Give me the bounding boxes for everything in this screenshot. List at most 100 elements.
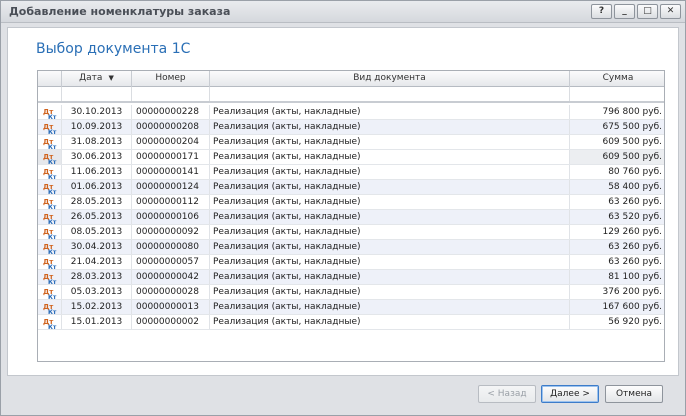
header-date-label: Дата xyxy=(79,73,103,83)
cell-number: 00000000057 xyxy=(132,255,210,269)
cell-document-type: Реализация (акты, накладные) xyxy=(210,315,570,329)
cell-date: 28.03.2013 xyxy=(62,270,132,284)
credit-label: Кт xyxy=(48,249,57,254)
cell-document-type: Реализация (акты, накладные) xyxy=(210,225,570,239)
debit-credit-icon: Дт Кт xyxy=(43,181,57,194)
cell-date: 05.03.2013 xyxy=(62,285,132,299)
cell-number: 00000000124 xyxy=(132,180,210,194)
cell-document-type: Реализация (акты, накладные) xyxy=(210,255,570,269)
title-bar[interactable]: Добавление номенклатуры заказа ? _ □ ✕ xyxy=(1,1,685,23)
credit-label: Кт xyxy=(48,189,57,194)
cell-document-type: Реализация (акты, накладные) xyxy=(210,285,570,299)
table-row[interactable]: Дт Кт 28.03.2013 00000000042 Реализация (акт… xyxy=(38,270,664,285)
filter-date-cell[interactable] xyxy=(62,87,132,101)
cell-sum: 609 500 руб. xyxy=(570,150,664,164)
credit-label: Кт xyxy=(48,309,57,314)
debit-credit-icon: Дт Кт xyxy=(43,301,57,314)
header-document-type[interactable]: Вид документа xyxy=(210,71,570,87)
cell-sum: 167 600 руб. xyxy=(602,302,662,312)
cell-sum: 675 500 руб. xyxy=(602,122,662,132)
next-button[interactable]: Далее > xyxy=(541,385,599,403)
cell-document-type: Реализация (акты, накладные) xyxy=(210,105,570,119)
row-icon-cell: Дт Кт xyxy=(38,135,62,149)
dialog-window: Добавление номенклатуры заказа ? _ □ ✕ В… xyxy=(0,0,686,416)
debit-credit-icon: Дт Кт xyxy=(43,136,56,149)
cell-number: 00000000208 xyxy=(132,120,210,134)
cell-date: 30.10.2013 xyxy=(62,105,132,119)
credit-label: Кт xyxy=(48,174,57,179)
debit-credit-icon: Дт Кт xyxy=(43,316,57,329)
table-row[interactable]: Дт Кт 08.05.2013 00000000092 Реализация (акт… xyxy=(38,225,664,240)
cell-date: 11.06.2013 xyxy=(62,165,132,179)
documents-grid[interactable]: Дата ▼ Номер Вид документа Сумма Дт Кт 30.1… xyxy=(37,70,665,362)
row-icon-cell: Дт Кт xyxy=(38,195,62,209)
cell-number: 00000000112 xyxy=(132,195,210,209)
help-button[interactable]: ? xyxy=(591,4,612,19)
table-row[interactable]: Дт Кт 30.10.2013 00000000228 Реализация (акт… xyxy=(38,105,664,120)
cell-sum: 129 260 руб. xyxy=(602,227,662,237)
cell-date: 30.06.2013 xyxy=(62,150,132,164)
filter-number-cell[interactable] xyxy=(132,87,210,101)
cell-number: 00000000042 xyxy=(132,270,210,284)
table-row[interactable]: Дт Кт 01.06.2013 00000000124 Реализация (акт… xyxy=(38,180,664,195)
cell-document-type: Реализация (акты, накладные) xyxy=(210,165,570,179)
sort-desc-icon: ▼ xyxy=(108,74,114,82)
cell-document-type: Реализация (акты, накладные) xyxy=(210,240,570,254)
table-row[interactable]: Дт Кт 28.05.2013 00000000112 Реализация (акт… xyxy=(38,195,664,210)
cell-document-type: Реализация (акты, накладные) xyxy=(210,180,570,194)
cell-date: 15.01.2013 xyxy=(62,315,132,329)
cancel-button[interactable]: Отмена xyxy=(605,385,663,403)
cell-sum: 796 800 руб. xyxy=(602,107,662,117)
back-button[interactable]: < Назад xyxy=(478,385,536,403)
cell-number: 00000000080 xyxy=(132,240,210,254)
table-row[interactable]: Дт Кт 26.05.2013 00000000106 Реализация (акт… xyxy=(38,210,664,225)
table-row[interactable]: Дт Кт 11.06.2013 00000000141 Реализация (акт… xyxy=(38,165,664,180)
header-date[interactable]: Дата ▼ xyxy=(62,71,132,87)
debit-credit-icon: Дт Кт xyxy=(43,151,56,164)
row-icon-cell: Дт Кт xyxy=(38,270,62,284)
cell-date: 31.08.2013 xyxy=(62,135,132,149)
table-row[interactable]: Дт Кт 10.09.2013 00000000208 Реализация (акт… xyxy=(38,120,664,135)
row-icon-cell: Дт Кт xyxy=(38,210,62,224)
debit-credit-icon: Дт Кт xyxy=(43,271,56,284)
cell-sum: 58 400 руб. xyxy=(608,182,662,192)
row-icon-cell: Дт Кт xyxy=(38,285,62,299)
row-icon-cell: Дт Кт xyxy=(38,300,62,314)
table-row[interactable]: Дт Кт 05.03.2013 00000000028 Реализация (акт… xyxy=(38,285,664,300)
header-number[interactable]: Номер xyxy=(132,71,210,87)
cell-sum: 609 500 руб. xyxy=(602,137,662,147)
credit-label: Кт xyxy=(48,234,57,239)
filter-sum-cell[interactable] xyxy=(570,87,664,101)
credit-label: Кт xyxy=(48,129,57,134)
filter-icon-cell xyxy=(38,87,62,101)
credit-label: Кт xyxy=(48,324,57,329)
row-icon-cell: Дт Кт xyxy=(38,255,62,269)
cell-number: 00000000092 xyxy=(132,225,210,239)
window-controls: ? _ □ ✕ xyxy=(591,4,681,19)
row-icon-cell: Дт Кт xyxy=(38,225,62,239)
filter-type-cell[interactable] xyxy=(210,87,570,101)
maximize-button[interactable]: □ xyxy=(637,4,658,19)
credit-label: Кт xyxy=(48,204,57,209)
table-row[interactable]: Дт Кт 15.01.2013 00000000002 Реализация (акт… xyxy=(38,315,664,330)
table-row[interactable]: Дт Кт 31.08.2013 00000000204 Реализация (акт… xyxy=(38,135,664,150)
table-row[interactable]: Дт Кт 21.04.2013 00000000057 Реализация (акт… xyxy=(38,255,664,270)
cell-number: 00000000204 xyxy=(132,135,210,149)
cell-number: 00000000028 xyxy=(132,285,210,299)
debit-credit-icon: Дт Кт xyxy=(43,226,57,239)
cell-number: 00000000141 xyxy=(132,165,210,179)
minimize-button[interactable]: _ xyxy=(614,4,635,19)
debit-credit-icon: Дт Кт xyxy=(43,286,56,299)
dialog-footer: < Назад Далее > Отмена xyxy=(7,378,679,415)
table-row[interactable]: Дт Кт 30.06.2013 00000000171 Реализация (акт… xyxy=(38,150,664,165)
row-icon-cell: Дт Кт xyxy=(38,240,62,254)
table-row[interactable]: Дт Кт 30.04.2013 00000000080 Реализация (акт… xyxy=(38,240,664,255)
cell-sum: 63 260 руб. xyxy=(608,242,662,252)
header-sum[interactable]: Сумма xyxy=(570,71,664,87)
cell-document-type: Реализация (акты, накладные) xyxy=(210,195,570,209)
page-title: Выбор документа 1С xyxy=(36,41,191,57)
close-button[interactable]: ✕ xyxy=(660,4,681,19)
cell-number: 00000000106 xyxy=(132,210,210,224)
table-row[interactable]: Дт Кт 15.02.2013 00000000013 Реализация (акт… xyxy=(38,300,664,315)
cell-date: 21.04.2013 xyxy=(62,255,132,269)
